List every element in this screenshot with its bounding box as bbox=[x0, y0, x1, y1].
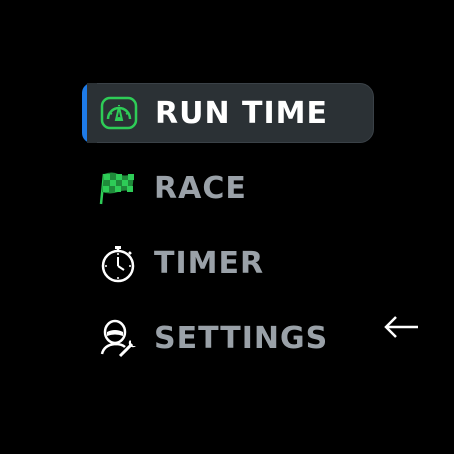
menu-item-label: TIMER bbox=[154, 245, 265, 281]
driver-wrench-icon bbox=[98, 318, 138, 358]
screen: RUN TIME RACE TIMER SETTINGS bbox=[0, 0, 454, 454]
stopwatch-icon bbox=[98, 243, 138, 283]
menu-item-settings[interactable]: SETTINGS bbox=[82, 308, 374, 368]
speedometer-icon bbox=[99, 93, 139, 133]
checkered-flag-icon bbox=[98, 168, 138, 208]
menu-item-label: RUN TIME bbox=[155, 95, 328, 131]
main-menu: RUN TIME RACE TIMER SETTINGS bbox=[82, 83, 374, 368]
menu-item-label: RACE bbox=[154, 170, 247, 206]
left-arrow-icon[interactable] bbox=[382, 312, 422, 342]
menu-item-timer[interactable]: TIMER bbox=[82, 233, 374, 293]
menu-item-label: SETTINGS bbox=[154, 320, 329, 356]
menu-item-race[interactable]: RACE bbox=[82, 158, 374, 218]
menu-item-run-time[interactable]: RUN TIME bbox=[82, 83, 374, 143]
